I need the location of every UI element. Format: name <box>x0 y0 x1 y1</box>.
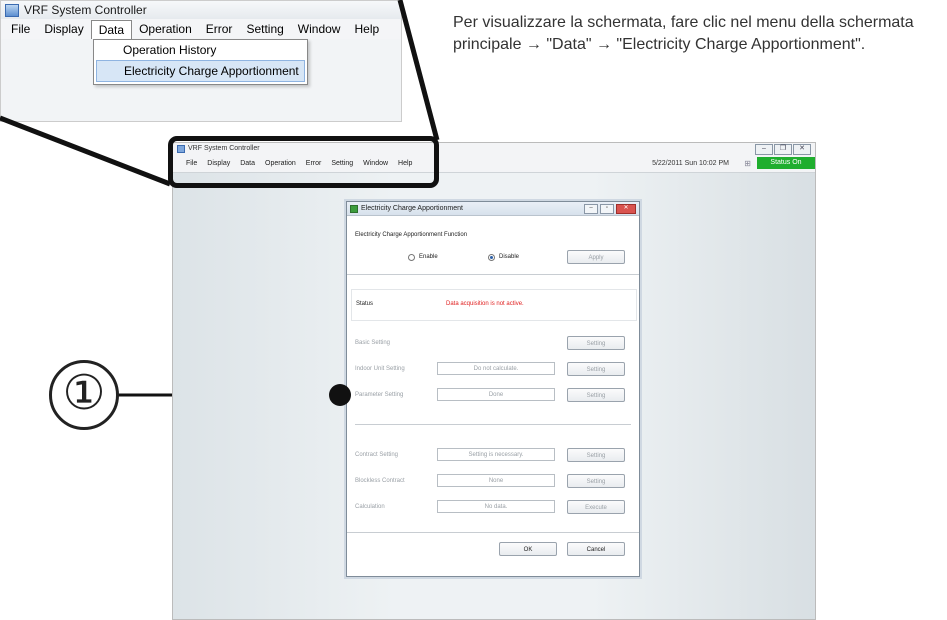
row-label-parameter-setting: Parameter Setting <box>355 392 404 398</box>
cancel-button[interactable]: Cancel <box>567 542 625 556</box>
blockless-contract-value: None <box>437 474 555 487</box>
dialog-app-icon <box>350 204 358 213</box>
restore-icon[interactable]: ❐ <box>774 144 792 155</box>
parameter-setting-value: Done <box>437 388 555 401</box>
disable-radio[interactable] <box>488 254 495 261</box>
execute-button[interactable]: Execute <box>567 500 625 514</box>
dialog-window-controls: – ▫ ✕ <box>584 204 636 214</box>
close-icon[interactable]: ✕ <box>616 204 636 214</box>
date-time: 5/22/2011 Sun 10:02 PM <box>652 160 729 167</box>
main-window-screenshot: VRF System Controller File Display Data … <box>172 142 816 620</box>
row-label-basic-setting: Basic Setting <box>355 340 391 346</box>
maximize-icon[interactable]: ▫ <box>600 204 614 214</box>
window-controls: – ❐ ✕ <box>755 144 811 155</box>
row-label-calculation: Calculation <box>355 504 385 510</box>
enable-radio[interactable] <box>408 254 415 261</box>
status-label: Status <box>356 301 374 307</box>
network-icon: ⊞ <box>744 159 751 168</box>
indoor-unit-setting-value: Do not calculate. <box>437 362 555 375</box>
row-label-contract-setting: Contract Setting <box>355 452 399 458</box>
status-message: Data acquisition is not active. <box>446 301 524 307</box>
basic-setting-button[interactable]: Setting <box>567 336 625 350</box>
row-label-blockless-contract: Blockless Contract <box>355 478 405 484</box>
divider <box>347 532 639 533</box>
parameter-setting-button[interactable]: Setting <box>567 388 625 402</box>
calculation-value: No data. <box>437 500 555 513</box>
blockless-contract-button[interactable]: Setting <box>567 474 625 488</box>
contract-setting-value: Setting is necessary. <box>437 448 555 461</box>
callout-number-marker: ① <box>49 360 119 430</box>
minimize-icon[interactable]: – <box>584 204 598 214</box>
ok-button[interactable]: OK <box>499 542 557 556</box>
menu-highlight-frame <box>168 136 439 188</box>
indoor-unit-setting-button[interactable]: Setting <box>567 362 625 376</box>
instruction-text: Per visualizzare la schermata, fare clic… <box>453 14 914 53</box>
disable-label: Disable <box>499 254 520 260</box>
status-badge: Status On <box>757 157 815 169</box>
dialog-title: Electricity Charge Apportionment <box>361 205 463 212</box>
electricity-charge-dialog: Electricity Charge Apportionment – ▫ ✕ E… <box>346 201 640 577</box>
apply-button[interactable]: Apply <box>567 250 625 264</box>
close-icon[interactable]: ✕ <box>793 144 811 155</box>
callout-pointer-dot <box>329 384 351 406</box>
row-label-indoor-unit-setting: Indoor Unit Setting <box>355 366 405 372</box>
minimize-icon[interactable]: – <box>755 144 773 155</box>
divider <box>347 274 639 275</box>
divider <box>355 424 631 425</box>
function-label: Electricity Charge Apportionment Functio… <box>355 232 468 238</box>
status-panel: Status Data acquisition is not active. <box>351 289 637 321</box>
enable-label: Enable <box>419 254 438 260</box>
contract-setting-button[interactable]: Setting <box>567 448 625 462</box>
